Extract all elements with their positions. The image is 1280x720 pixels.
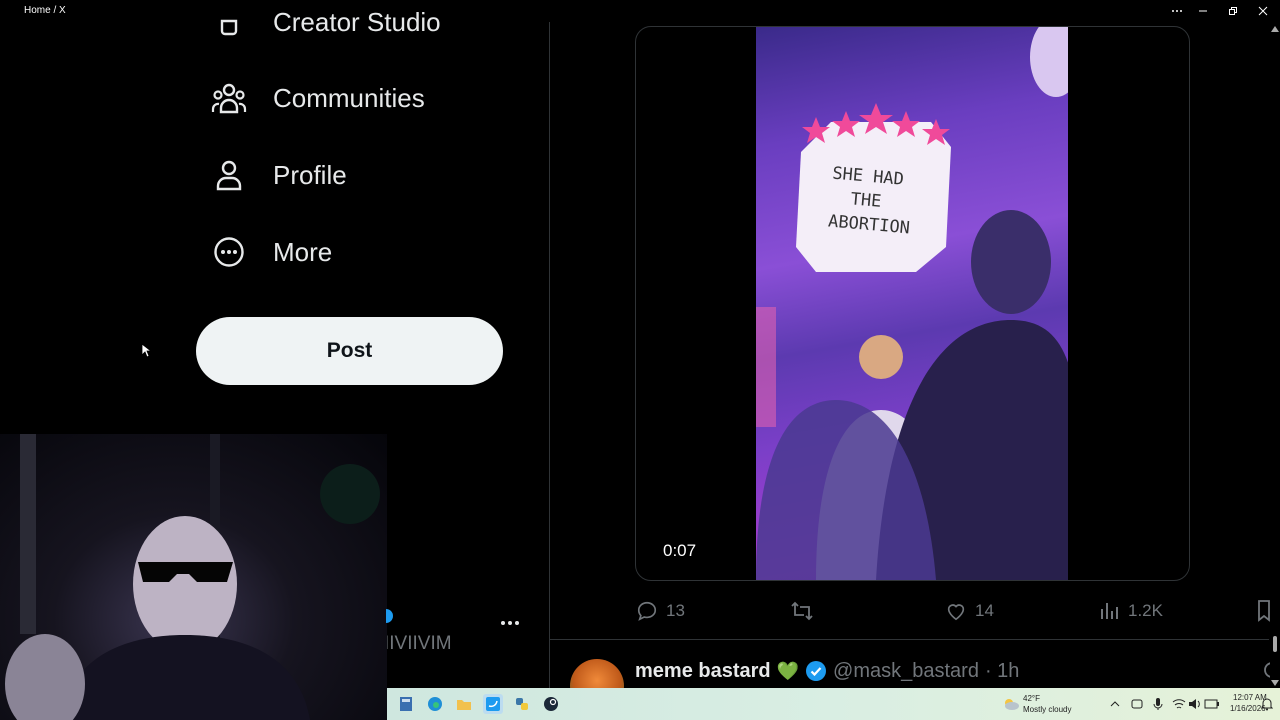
sidebar-item-label: Creator Studio [273,6,441,37]
python-icon[interactable] [512,694,532,714]
battery-icon[interactable] [1202,694,1222,714]
sidebar-item-communities[interactable]: Communities [210,78,425,118]
repost-icon [791,601,813,621]
mouse-cursor-icon [141,343,151,358]
communities-icon [210,79,248,117]
views-count: 1.2K [1128,601,1163,620]
sidebar-item-creator-studio[interactable]: Creator Studio [210,2,441,42]
video-frame: SHE HAD THE ABORTION [756,27,1082,580]
profile-icon [210,156,248,194]
window-title: Home / X [24,5,66,16]
reply-count: 13 [666,601,685,620]
creator-studio-icon [210,3,248,41]
account-more-icon[interactable] [500,620,520,626]
steam-icon[interactable] [541,694,561,714]
edge-browser-icon[interactable] [425,694,445,714]
weather-description: Mostly cloudy [1023,705,1072,714]
next-tweet-header[interactable]: meme bastard 💚 @mask_bastard · 1h [570,655,1019,713]
sidebar-item-label: More [273,236,333,267]
restore-button[interactable] [1218,0,1248,22]
webcam-overlay [0,434,387,720]
tweet-divider [549,639,1269,640]
sidebar-item-profile[interactable]: Profile [210,155,347,195]
microphone-icon[interactable] [1148,694,1168,714]
account-handle[interactable]: IIVIIVIM [384,633,452,655]
next-tweet-author-name[interactable]: meme bastard [635,660,771,683]
video-duration: 0:07 [663,541,697,560]
calculator-icon[interactable] [396,694,416,714]
more-circle-icon [210,233,248,271]
column-divider [549,22,550,690]
sidebar-item-label: Profile [273,159,347,190]
reply-icon [637,601,657,621]
notification-bell-icon[interactable] [1257,694,1277,714]
views-button[interactable]: 1.2K [1100,596,1163,626]
weather-cloud-icon[interactable] [1001,694,1021,714]
window-titlebar: Home / X [0,0,1280,22]
twitter-app-icon[interactable] [483,694,503,714]
chevron-up-icon[interactable] [1105,694,1125,714]
like-button[interactable]: 14 [945,596,994,626]
like-count: 14 [975,601,994,620]
weather-temperature: 42°F [1023,694,1040,703]
bookmark-icon[interactable] [1258,600,1270,622]
sidebar-item-more[interactable]: More [210,232,332,272]
minimize-button[interactable] [1188,0,1218,22]
green-heart-emoji: 💚 [776,660,800,681]
repost-button[interactable] [790,596,822,626]
post-button[interactable]: Post [196,317,503,385]
scrollbar[interactable] [1270,22,1280,690]
sidebar-item-label: Communities [273,82,425,113]
webcam-person [5,434,380,720]
close-button[interactable] [1248,0,1278,22]
heart-icon [947,604,965,621]
verified-badge-icon [806,661,827,681]
views-chart-icon [1101,603,1118,619]
next-tweet-time[interactable]: · 1h [985,660,1019,683]
taskbar: 42°F Mostly cloudy 12:07 AM 1/16/2026 [387,688,1280,720]
file-explorer-icon[interactable] [454,694,474,714]
reply-button[interactable]: 13 [636,596,685,626]
tweet-video-player[interactable]: SHE HAD THE ABORTION 0:07 [635,26,1190,581]
verified-badge-icon [386,609,393,623]
sync-icon[interactable] [1127,694,1147,714]
next-tweet-handle[interactable]: @mask_bastard [833,660,979,683]
